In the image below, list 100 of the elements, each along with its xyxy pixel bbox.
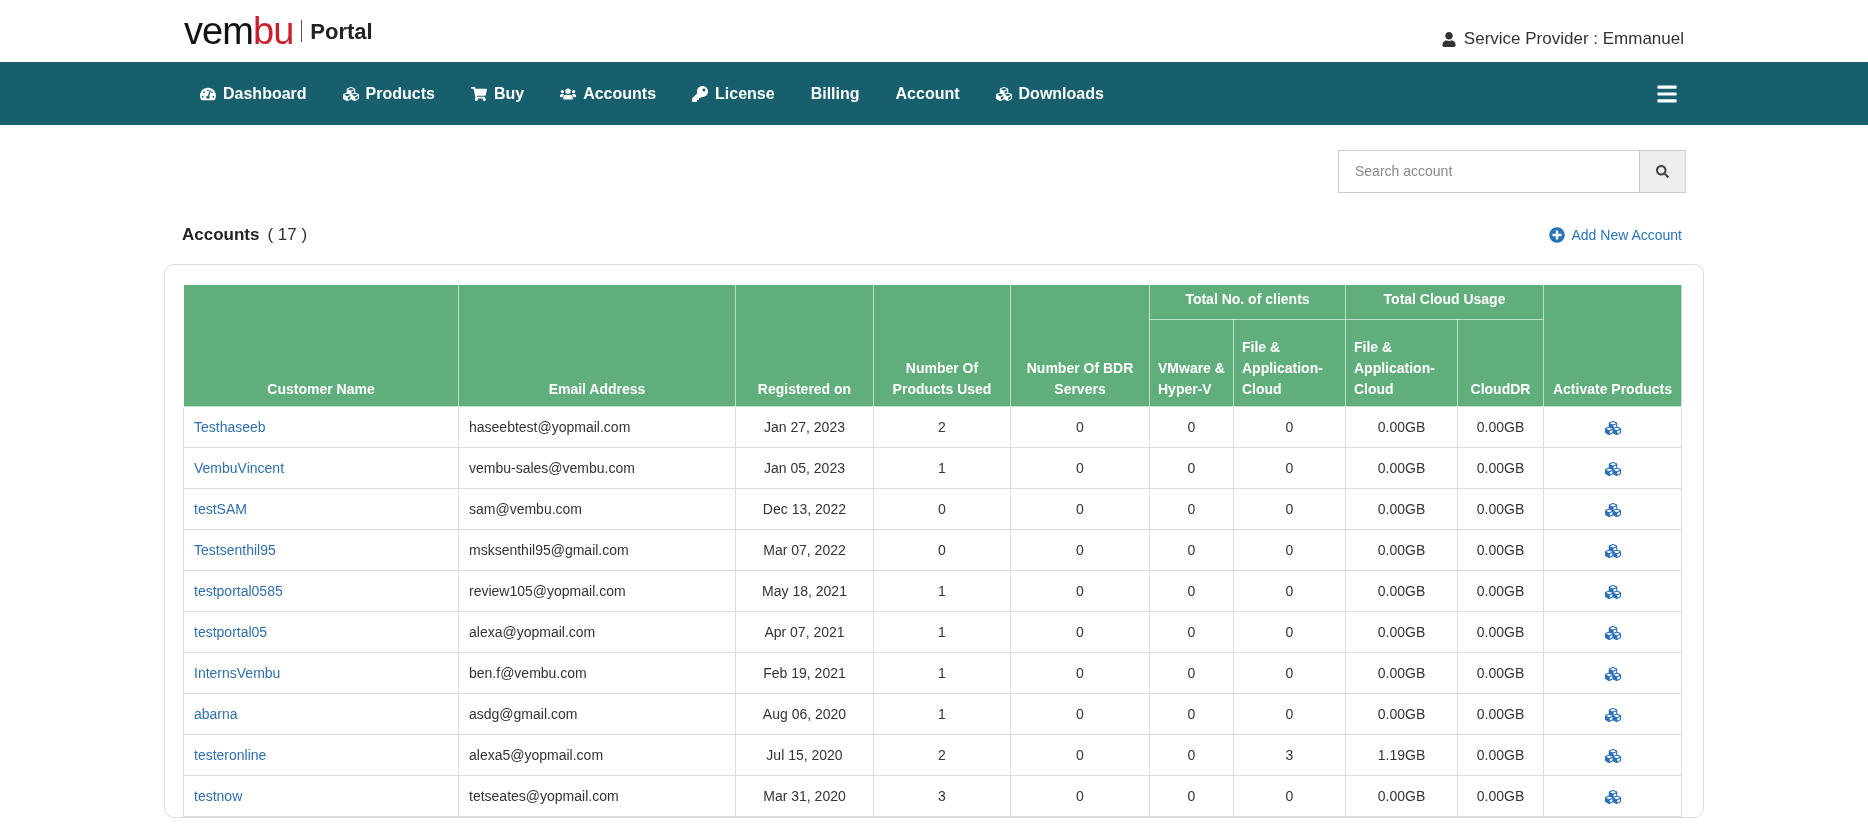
table-cell: 0: [1233, 406, 1346, 448]
table-cell: 0.00GB: [1457, 611, 1544, 653]
table-cell: 0: [1233, 693, 1346, 735]
table-cell: 2: [873, 734, 1011, 776]
customer-link[interactable]: testSAM: [183, 488, 459, 530]
group-header: Total No. of clients: [1149, 284, 1346, 320]
table-cell: 0: [1010, 447, 1150, 489]
table-cell: 0.00GB: [1345, 693, 1458, 735]
activate-button[interactable]: [1604, 706, 1621, 723]
search-icon: [1656, 165, 1669, 178]
table-cell: 0.00GB: [1457, 734, 1544, 776]
customer-link[interactable]: Testsenthil95: [183, 529, 459, 571]
table-cell: tetseates@yopmail.com: [458, 775, 736, 817]
table-cell: 0: [1010, 775, 1150, 817]
column-header: Email Address: [458, 284, 736, 407]
nav-link[interactable]: Accounts: [560, 81, 657, 106]
column-header: VMware & Hyper-V: [1149, 319, 1234, 407]
nav-link[interactable]: Buy: [470, 81, 525, 106]
customer-link[interactable]: testeronline: [183, 734, 459, 776]
customer-link[interactable]: Testhaseeb: [183, 406, 459, 448]
table-cell: 0.00GB: [1345, 775, 1458, 817]
customer-link[interactable]: testnow: [183, 775, 459, 817]
nav-link[interactable]: Downloads: [995, 81, 1104, 106]
table-cell: 0: [1233, 529, 1346, 571]
cubes-icon: [1604, 747, 1621, 764]
table-cell: 0: [1010, 529, 1150, 571]
cart-icon: [470, 85, 487, 102]
customer-link[interactable]: InternsVembu: [183, 652, 459, 694]
activate-button[interactable]: [1604, 747, 1621, 764]
table-cell: Aug 06, 2020: [735, 693, 874, 735]
table-cell: asdg@gmail.com: [458, 693, 736, 735]
table-cell: 0: [1233, 611, 1346, 653]
cubes-icon: [1604, 419, 1621, 436]
column-header: File & Application-Cloud: [1233, 319, 1346, 407]
table-cell: 0.00GB: [1345, 652, 1458, 694]
table-cell: 0: [1233, 652, 1346, 694]
table-cell: 0: [1010, 734, 1150, 776]
activate-button[interactable]: [1604, 665, 1621, 682]
column-header: Activate Products: [1543, 284, 1682, 407]
nav-link[interactable]: Dashboard: [200, 81, 307, 106]
table-cell: Mar 31, 2020: [735, 775, 874, 817]
nav-link[interactable]: Billing: [810, 81, 860, 106]
cubes-icon: [342, 85, 359, 102]
table-cell: 1: [873, 693, 1011, 735]
activate-button[interactable]: [1604, 460, 1621, 477]
table-cell: 0: [1149, 488, 1234, 530]
table-cell: 0: [1010, 488, 1150, 530]
activate-button[interactable]: [1604, 419, 1621, 436]
nav-link[interactable]: Products: [342, 81, 435, 106]
dashboard-icon: [200, 85, 216, 102]
key-icon: [692, 85, 709, 102]
activate-button[interactable]: [1604, 583, 1621, 600]
column-header: Registered on: [735, 284, 874, 407]
table-cell: 3: [873, 775, 1011, 817]
column-header: Customer Name: [183, 284, 459, 407]
add-account-link[interactable]: Add New Account: [1549, 224, 1682, 246]
cubes-icon: [1604, 624, 1621, 641]
plus-icon: [1549, 227, 1566, 243]
table-cell: 0: [1149, 652, 1234, 694]
customer-link[interactable]: testportal0585: [183, 570, 459, 612]
customer-link[interactable]: testportal05: [183, 611, 459, 653]
table-cell: 0: [1233, 775, 1346, 817]
user-label[interactable]: Service Provider : Emmanuel: [1463, 26, 1684, 52]
search-field[interactable]: Search account: [1338, 150, 1640, 193]
search-button[interactable]: [1640, 150, 1686, 193]
activate-button[interactable]: [1604, 501, 1621, 518]
table-cell: 0: [1010, 611, 1150, 653]
activate-button[interactable]: [1604, 788, 1621, 805]
table-cell: Dec 13, 2022: [735, 488, 874, 530]
table-cell: ben.f@vembu.com: [458, 652, 736, 694]
table-cell: 0: [1010, 652, 1150, 694]
activate-button[interactable]: [1604, 624, 1621, 641]
table-cell: sam@vembu.com: [458, 488, 736, 530]
cubes-icon: [1604, 788, 1621, 805]
table-cell: 0.00GB: [1345, 570, 1458, 612]
table-cell: 0: [1149, 406, 1234, 448]
table-cell: 0: [1010, 693, 1150, 735]
accounts-title: Accounts: [182, 224, 260, 247]
table-cell: Jul 15, 2020: [735, 734, 874, 776]
activate-button[interactable]: [1604, 542, 1621, 559]
customer-link[interactable]: abarna: [183, 693, 459, 735]
table-cell: Mar 07, 2022: [735, 529, 874, 571]
table-cell: 1: [873, 652, 1011, 694]
table-cell: 0: [1149, 447, 1234, 489]
table-cell: haseebtest@yopmail.com: [458, 406, 736, 448]
nav-link[interactable]: Account: [895, 81, 960, 106]
table-cell: May 18, 2021: [735, 570, 874, 612]
table-cell: 0: [873, 488, 1011, 530]
table-cell: 0: [1149, 734, 1234, 776]
customer-link[interactable]: VembuVincent: [183, 447, 459, 489]
table-cell: 0: [1233, 447, 1346, 489]
table-cell: 0: [1010, 570, 1150, 612]
table-cell: 0: [1149, 611, 1234, 653]
table-cell: 0.00GB: [1457, 570, 1544, 612]
table-cell: vembu-sales@vembu.com: [458, 447, 736, 489]
nav-link[interactable]: License: [692, 81, 775, 106]
group-header: Total Cloud Usage: [1345, 284, 1544, 320]
table-cell: 1.19GB: [1345, 734, 1458, 776]
table-cell: Feb 19, 2021: [735, 652, 874, 694]
table-cell: 0: [1149, 570, 1234, 612]
